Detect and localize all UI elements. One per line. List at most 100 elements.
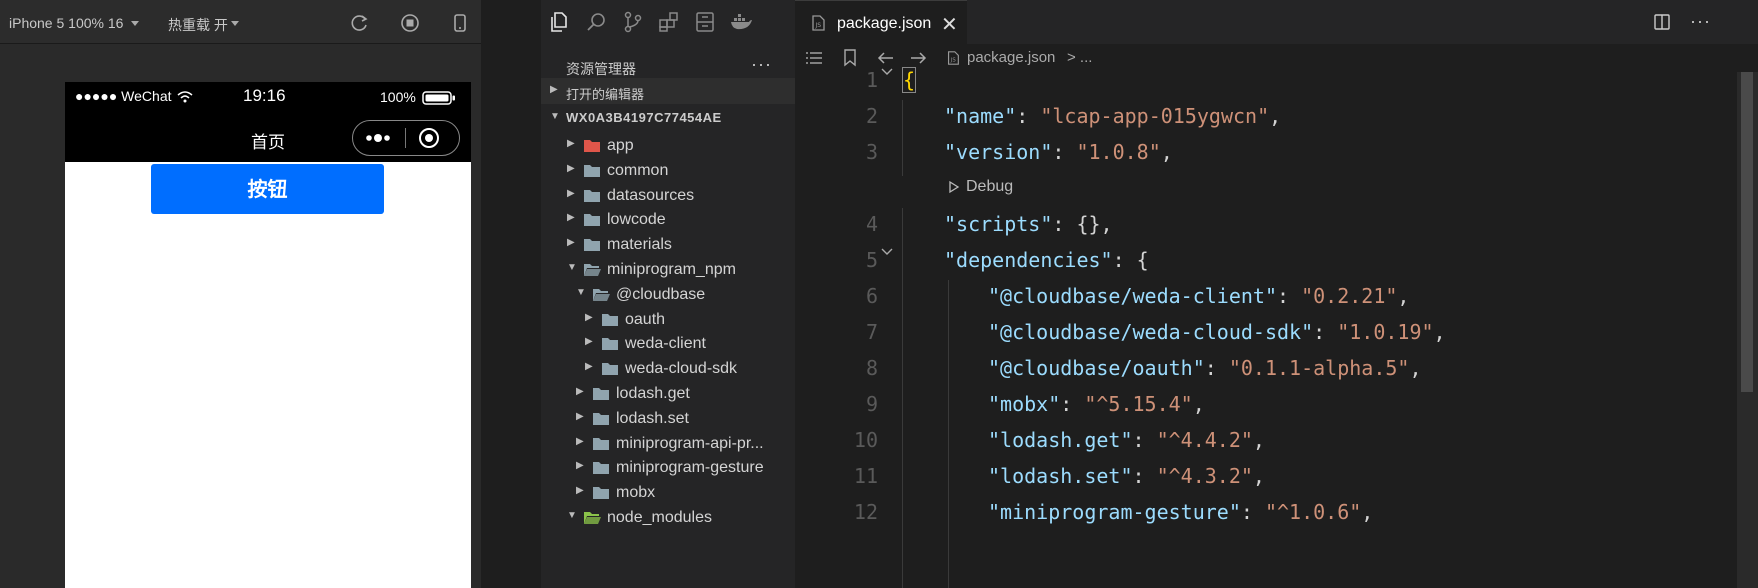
tree-item[interactable]: ▶ miniprogram-gesture [541,454,795,482]
json-value: "lcap-app-015ygwcn" [1040,104,1270,128]
json-key: "version" [944,140,1053,164]
primary-button[interactable]: 按钮 [151,164,384,214]
tree-item[interactable]: ▶ materials [541,231,795,259]
docker-icon[interactable] [729,10,753,34]
tree-item-label: weda-cloud-sdk [625,360,738,378]
svg-text:JS: JS [815,22,822,29]
tree-item-label: lodash.set [616,409,689,427]
battery-icon [422,91,455,105]
tree-item[interactable]: ▼ @cloudbase [541,281,795,309]
tree-item-label: materials [607,236,672,254]
explorer-title: 资源管理器 [566,61,636,77]
tree-item-label: common [607,161,669,179]
json-value: "^5.15.4" [1084,392,1193,416]
chevron-down-icon: ▼ [567,510,577,521]
tree-item-label: weda-client [625,335,706,353]
code-line: "lodash.get": "^4.4.2", [988,428,1265,452]
chevron-right-icon: ▶ [567,237,575,249]
more-menu-icon[interactable] [365,131,395,145]
tree-item[interactable]: ▶ mobx [541,479,795,507]
tree-item[interactable]: ▶ datasources [541,182,795,210]
tree-item[interactable]: ▶ miniprogram-api-pr... [541,430,795,458]
tree-item[interactable]: ▶ common [541,157,795,185]
device-selector[interactable]: iPhone 5 100% 16 [9,15,123,31]
outline-list-icon[interactable] [805,51,823,65]
open-brace: { [901,67,917,93]
tree-item-label: node_modules [607,509,712,526]
json-key: "scripts" [944,212,1053,236]
fold-chevron-icon[interactable] [881,68,893,76]
code-line: "name": "lcap-app-015ygwcn", [944,104,1282,128]
tree-item-label: miniprogram_npm [607,261,736,278]
fold-chevron-icon[interactable] [881,248,893,256]
code-line: "@cloudbase/weda-cloud-sdk": "1.0.19", [988,320,1446,344]
editor-area: JS package.json ✕ ··· JS package.json > … [795,0,1758,588]
chevron-right-icon: ▶ [576,460,584,472]
phone-mode-icon[interactable] [450,13,470,33]
debug-codelens[interactable]: Debug [948,178,1013,196]
tree-item[interactable]: ▶ lodash.set [541,405,795,433]
folder-icon [584,164,600,177]
search-icon[interactable] [585,10,609,34]
device-dropdown-icon[interactable] [131,21,139,27]
status-time: 19:16 [243,86,286,105]
folder-icon [593,487,609,500]
folder-icon [584,189,600,202]
phone-status-bar: ●●●●● WeChat 19:16 100% [65,82,471,114]
chevron-right-icon: ▶ [576,410,584,422]
tree-item[interactable]: ▶ lowcode [541,206,795,234]
tree-item[interactable]: ▶ weda-cloud-sdk [541,355,795,383]
close-mini-program-icon[interactable] [417,126,441,150]
section-open-editors-label: 打开的编辑器 [566,87,645,102]
tree-item[interactable]: ▼ node_modules [541,504,795,532]
tree-item[interactable]: ▶ oauth [541,306,795,334]
code-area[interactable]: 1 {2 "name": "lcap-app-015ygwcn", 3 "version… [854,0,1758,588]
code-line: "lodash.set": "^4.3.2", [988,464,1265,488]
tree-item-label: miniprogram-api-pr... [616,434,764,452]
storage-icon[interactable] [693,10,717,34]
chevron-right-icon: ▶ [585,311,593,323]
line-number: 6 [865,284,878,308]
explorer-more-actions[interactable]: ··· [751,54,772,75]
line-number: 8 [865,356,878,380]
json-key: "name" [944,104,1017,128]
code-line: "mobx": "^5.15.4", [988,392,1205,416]
folder-icon [584,239,600,252]
bookmark-icon[interactable] [843,49,857,67]
line-number: 1 [865,68,878,92]
extensions-icon[interactable] [657,10,681,34]
mini-program-capsule [352,120,460,156]
line-number: 11 [853,464,878,488]
json-key: "lodash.set" [988,464,1133,488]
section-workspace-label: WX0A3B4197C77454AE [566,110,722,125]
folder-open-icon [584,512,601,524]
phone-navigation-bar: 首页 [65,114,471,162]
folder-icon [593,437,609,450]
stop-icon[interactable] [400,13,420,33]
tree-item[interactable]: ▶ weda-client [541,330,795,358]
chevron-right-icon: ▶ [567,162,575,174]
indent-guide [902,100,903,176]
tree-item-label: datasources [607,186,695,204]
tree-item[interactable]: ▶ app [541,132,795,160]
code-line: "scripts": {}, [944,212,1113,236]
debug-label: Debug [966,178,1014,195]
source-control-icon[interactable] [621,10,645,34]
explorer-files-icon[interactable] [547,10,571,34]
section-workspace[interactable]: ▼ WX0A3B4197C77454AE [541,104,795,130]
hot-reload-toggle[interactable]: 热重载 开 [168,15,228,35]
chevron-right-icon: ▶ [567,138,575,149]
section-open-editors[interactable]: ▶ 打开的编辑器 [541,78,795,104]
chevron-right-icon: ▶ [576,485,584,497]
hot-reload-dropdown-icon[interactable] [231,21,239,27]
line-number: 4 [865,212,878,236]
refresh-icon[interactable] [350,13,370,33]
editor-scrollbar-thumb[interactable] [1741,72,1753,392]
tree-item[interactable]: ▶ lodash.get [541,380,795,408]
json-value: "^4.4.2" [1156,428,1253,452]
line-number: 10 [853,428,878,452]
line-number: 5 [865,248,878,272]
capsule-divider [405,128,406,148]
tree-item[interactable]: ▼ miniprogram_npm [541,256,795,284]
chevron-down-icon: ▼ [576,286,586,298]
